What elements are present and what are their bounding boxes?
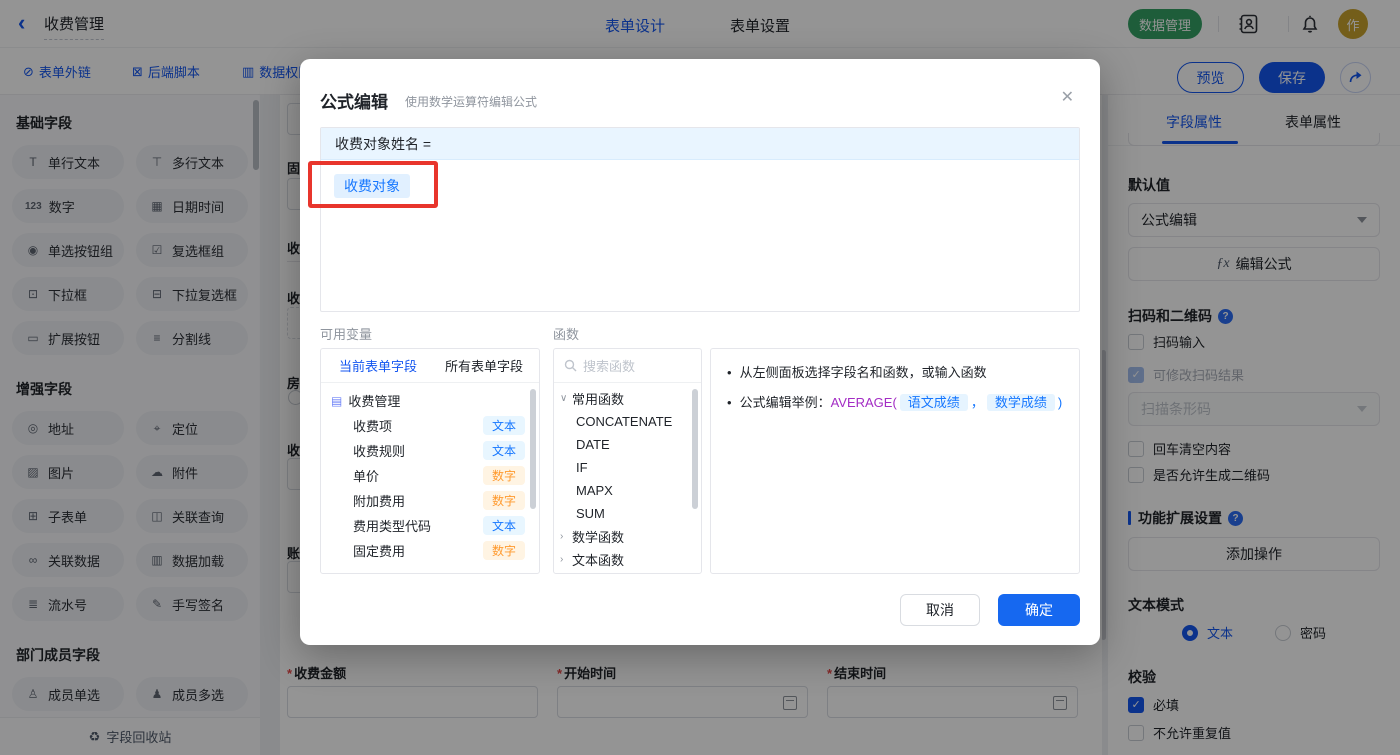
group-label: 文本函数: [572, 553, 625, 568]
chevron-down-icon: ∨: [560, 393, 568, 404]
tab-current-form-fields[interactable]: 当前表单字段: [339, 356, 417, 375]
function-group-common[interactable]: ∨ 常用函数: [554, 387, 701, 410]
type-badge: 数字: [483, 491, 525, 510]
tip-text: 从左侧面板选择字段名和函数，或输入函数: [739, 365, 987, 380]
example-function: AVERAGE(: [830, 395, 897, 410]
variable-name: 单价: [353, 469, 380, 484]
function-name: CONCATENATE: [576, 414, 673, 429]
cancel-button[interactable]: 取消: [900, 594, 980, 626]
confirm-button[interactable]: 确定: [998, 594, 1080, 626]
function-name: DATE: [576, 437, 610, 452]
function-name: IF: [576, 460, 588, 475]
function-item[interactable]: SUM: [554, 502, 701, 525]
function-item[interactable]: IF: [554, 456, 701, 479]
function-group-math[interactable]: › 数学函数: [554, 525, 701, 548]
function-search[interactable]: 搜索函数: [554, 349, 701, 383]
example-comma: ，: [970, 395, 984, 410]
variable-item[interactable]: 费用类型代码 文本: [321, 513, 539, 538]
tab-all-form-fields[interactable]: 所有表单字段: [445, 356, 523, 375]
function-item[interactable]: CONCATENATE: [554, 410, 701, 433]
search-placeholder: 搜索函数: [583, 359, 636, 374]
functions-panel: 搜索函数 ∨ 常用函数 CONCATENATE DATE IF MAPX SUM …: [553, 348, 702, 574]
variables-panel: 当前表单字段 所有表单字段 ▤ 收费管理 收费项 文本 收费规则 文本 单价 数字 附…: [320, 348, 540, 574]
modal-subtitle: 使用数学运算符编辑公式: [405, 95, 538, 109]
bullet-icon: •: [727, 395, 732, 410]
search-icon: [564, 359, 577, 372]
chevron-right-icon: ›: [560, 531, 564, 542]
function-group-text[interactable]: › 文本函数: [554, 548, 701, 571]
type-badge: 数字: [483, 466, 525, 485]
variable-item[interactable]: 附加费用 数字: [321, 488, 539, 513]
group-label: 数学函数: [572, 530, 625, 545]
variables-tabs: 当前表单字段 所有表单字段: [321, 349, 539, 383]
variable-item[interactable]: 固定费用 数字: [321, 538, 539, 563]
function-name: MAPX: [576, 483, 613, 498]
annotation-highlight-box: [308, 161, 438, 208]
variable-item[interactable]: 单价 数字: [321, 463, 539, 488]
function-item[interactable]: DATE: [554, 433, 701, 456]
tips-panel: • 从左侧面板选择字段名和函数，或输入函数 • 公式编辑举例：AVERAGE(语…: [710, 348, 1080, 574]
group-label: 常用函数: [572, 392, 625, 407]
type-badge: 文本: [483, 416, 525, 435]
variable-name: 固定费用: [353, 544, 406, 559]
variables-label: 可用变量: [320, 327, 373, 342]
example-field-chip: 数学成绩: [986, 394, 1055, 411]
function-name: SUM: [576, 506, 605, 521]
formula-edit-modal: 公式编辑 使用数学运算符编辑公式 ✕ 收费对象姓名 = 收费对象 可用变量 函数…: [300, 59, 1100, 645]
example-field-chip: 语文成绩: [899, 394, 968, 411]
variable-name: 收费规则: [353, 444, 406, 459]
type-badge: 数字: [483, 541, 525, 560]
variables-scrollbar[interactable]: [530, 389, 536, 509]
functions-label: 函数: [553, 327, 580, 342]
tip-line-1: • 从左侧面板选择字段名和函数，或输入函数: [727, 362, 1063, 383]
formula-target-bar: 收费对象姓名 =: [321, 128, 1079, 160]
tip-example: 公式编辑举例：AVERAGE(语文成绩，数学成绩): [739, 392, 1063, 413]
variable-name: 费用类型代码: [353, 519, 432, 534]
variable-name: 附加费用: [353, 494, 406, 509]
variable-item[interactable]: 收费规则 文本: [321, 438, 539, 463]
root-label: 收费管理: [348, 394, 401, 409]
close-icon[interactable]: ✕: [1061, 90, 1074, 106]
modal-title: 公式编辑: [320, 93, 388, 112]
document-icon: ▤: [331, 393, 343, 408]
formula-editor[interactable]: 收费对象姓名 = 收费对象: [320, 127, 1080, 312]
type-badge: 文本: [483, 441, 525, 460]
tip-line-2: • 公式编辑举例：AVERAGE(语文成绩，数学成绩): [727, 392, 1063, 413]
variables-root-node[interactable]: ▤ 收费管理: [321, 388, 539, 413]
bullet-icon: •: [727, 365, 732, 380]
example-close-paren: ): [1057, 395, 1063, 410]
function-item[interactable]: MAPX: [554, 479, 701, 502]
type-badge: 文本: [483, 516, 525, 535]
variable-name: 收费项: [353, 419, 393, 434]
chevron-right-icon: ›: [560, 554, 564, 565]
functions-scrollbar[interactable]: [692, 389, 698, 509]
example-prefix: 公式编辑举例：: [739, 395, 831, 410]
variable-item[interactable]: 收费项 文本: [321, 413, 539, 438]
